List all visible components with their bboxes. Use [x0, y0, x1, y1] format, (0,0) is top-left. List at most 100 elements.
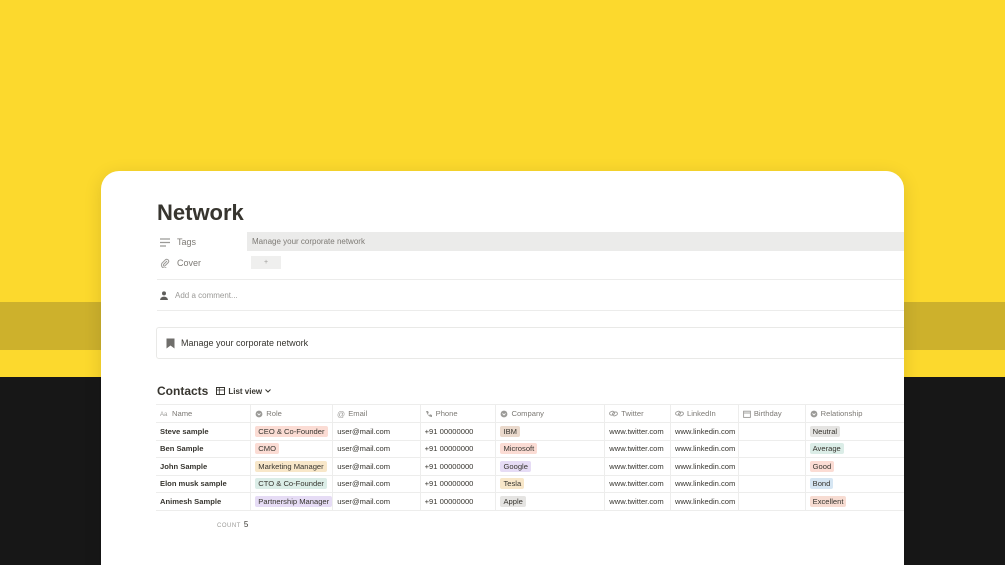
- twitter-text: www.twitter.com: [609, 444, 664, 454]
- twitter-text: www.twitter.com: [609, 426, 664, 436]
- at-sign-icon: @: [337, 410, 345, 418]
- column-header-email[interactable]: @ Email: [332, 404, 421, 423]
- property-tags-label: Tags: [177, 237, 197, 247]
- cell-name[interactable]: Animesh Sample: [156, 492, 251, 511]
- table-icon: [216, 387, 226, 395]
- cell-role[interactable]: Partnership Manager: [250, 492, 333, 511]
- view-switcher[interactable]: List view: [216, 387, 271, 396]
- divider: [157, 279, 904, 280]
- count-footer[interactable]: COUNT 5: [217, 520, 248, 529]
- cell-phone[interactable]: +91 00000000: [419, 457, 496, 476]
- select-property-icon: [500, 410, 508, 418]
- column-header-relationship[interactable]: Relationship: [804, 404, 904, 423]
- cover-add-button[interactable]: +: [251, 256, 281, 269]
- cell-company[interactable]: IBM: [495, 422, 605, 441]
- page-title[interactable]: Network: [157, 200, 244, 226]
- cell-linkedin[interactable]: www.linkedin.com: [669, 474, 739, 493]
- cell-birthday[interactable]: [737, 492, 806, 511]
- relationship-tag: Neutral: [809, 425, 841, 437]
- phone-text: +91 00000000: [424, 426, 474, 436]
- cell-relationship[interactable]: Average: [804, 439, 904, 458]
- table-row[interactable]: Ben Sample CMO user@mail.com +91 00000000 Mi…: [156, 439, 904, 458]
- cell-email[interactable]: user@mail.com: [332, 474, 421, 493]
- paperclip-icon: [159, 257, 171, 269]
- cell-birthday[interactable]: [737, 422, 806, 441]
- cell-role[interactable]: CTO & Co-Founder: [250, 474, 333, 493]
- cell-email[interactable]: user@mail.com: [332, 439, 421, 458]
- cell-phone[interactable]: +91 00000000: [419, 474, 496, 493]
- svg-text:@: @: [337, 410, 345, 418]
- role-tag: Partnership Manager: [255, 495, 333, 507]
- column-header-company[interactable]: Company: [495, 404, 605, 423]
- table-row[interactable]: Elon musk sample CTO & Co-Founder user@mai…: [156, 474, 904, 493]
- table-row[interactable]: John Sample Marketing Manager user@mail.co…: [156, 457, 904, 476]
- cell-email[interactable]: user@mail.com: [332, 422, 421, 441]
- cell-twitter[interactable]: www.twitter.com: [604, 492, 671, 511]
- cell-role[interactable]: CEO & Co-Founder: [250, 422, 333, 441]
- cell-company[interactable]: Tesla: [495, 474, 605, 493]
- count-label: COUNT: [217, 523, 241, 529]
- cell-twitter[interactable]: www.twitter.com: [604, 457, 671, 476]
- email-text: user@mail.com: [337, 426, 391, 436]
- cell-birthday[interactable]: [737, 457, 806, 476]
- cell-phone[interactable]: +91 00000000: [419, 439, 496, 458]
- cell-company[interactable]: Microsoft: [495, 439, 605, 458]
- select-property-icon: [255, 410, 263, 418]
- cell-relationship[interactable]: Neutral: [804, 422, 904, 441]
- cell-email[interactable]: user@mail.com: [332, 457, 421, 476]
- callout-block[interactable]: Manage your corporate network: [156, 327, 904, 359]
- database-title[interactable]: Contacts: [157, 384, 208, 398]
- column-header-name[interactable]: Aa Name: [156, 404, 251, 423]
- divider: [157, 310, 904, 311]
- cell-relationship[interactable]: Good: [804, 457, 904, 476]
- name-text: Animesh Sample: [160, 496, 222, 506]
- cell-name[interactable]: Ben Sample: [156, 439, 251, 458]
- cell-company[interactable]: Google: [495, 457, 605, 476]
- count-value: 5: [243, 520, 249, 529]
- cell-linkedin[interactable]: www.linkedin.com: [669, 439, 739, 458]
- cell-linkedin[interactable]: www.linkedin.com: [669, 492, 739, 511]
- phone-text: +91 00000000: [424, 479, 474, 489]
- cell-name[interactable]: John Sample: [156, 457, 251, 476]
- column-header-linkedin[interactable]: LinkedIn: [669, 404, 739, 423]
- cell-phone[interactable]: +91 00000000: [419, 492, 496, 511]
- cell-relationship[interactable]: Bond: [804, 474, 904, 493]
- email-text: user@mail.com: [337, 496, 391, 506]
- cell-twitter[interactable]: www.twitter.com: [604, 422, 671, 441]
- cell-relationship[interactable]: Excellent: [804, 492, 904, 511]
- column-header-role[interactable]: Role: [250, 404, 333, 423]
- column-header-twitter[interactable]: Twitter: [604, 404, 671, 423]
- table-row[interactable]: Steve sample CEO & Co-Founder user@mail.co…: [156, 422, 904, 441]
- cell-role[interactable]: CMO: [250, 439, 333, 458]
- cell-role[interactable]: Marketing Manager: [250, 457, 333, 476]
- cell-birthday[interactable]: [737, 474, 806, 493]
- cell-linkedin[interactable]: www.linkedin.com: [669, 422, 739, 441]
- cell-name[interactable]: Elon musk sample: [156, 474, 251, 493]
- phone-text: +91 00000000: [424, 444, 474, 454]
- name-text: John Sample: [160, 461, 208, 471]
- phone-text: +91 00000000: [424, 496, 474, 506]
- phone-icon: [425, 410, 433, 418]
- property-cover-label: Cover: [177, 258, 202, 268]
- text-property-icon: Aa: [160, 410, 169, 417]
- column-header-phone[interactable]: Phone: [419, 404, 496, 423]
- property-tags[interactable]: Tags: [157, 232, 196, 252]
- cell-twitter[interactable]: www.twitter.com: [604, 474, 671, 493]
- cell-name[interactable]: Steve sample: [156, 422, 251, 441]
- table-row[interactable]: Animesh Sample Partnership Manager user@ma…: [156, 492, 904, 511]
- email-text: user@mail.com: [337, 461, 391, 471]
- column-header-birthday[interactable]: Birthday: [737, 404, 806, 423]
- property-cover[interactable]: Cover: [157, 253, 201, 273]
- cell-email[interactable]: user@mail.com: [332, 492, 421, 511]
- select-property-icon: [810, 410, 818, 418]
- cell-birthday[interactable]: [737, 439, 806, 458]
- comment-row[interactable]: Add a comment...: [157, 287, 238, 303]
- cell-phone[interactable]: +91 00000000: [419, 422, 496, 441]
- cell-company[interactable]: Apple: [495, 492, 605, 511]
- cell-twitter[interactable]: www.twitter.com: [604, 439, 671, 458]
- cell-linkedin[interactable]: www.linkedin.com: [669, 457, 739, 476]
- company-tag: Apple: [500, 495, 526, 507]
- property-tags-value[interactable]: Manage your corporate network: [247, 232, 904, 251]
- company-tag: Microsoft: [500, 443, 538, 455]
- relationship-tag: Average: [809, 443, 844, 455]
